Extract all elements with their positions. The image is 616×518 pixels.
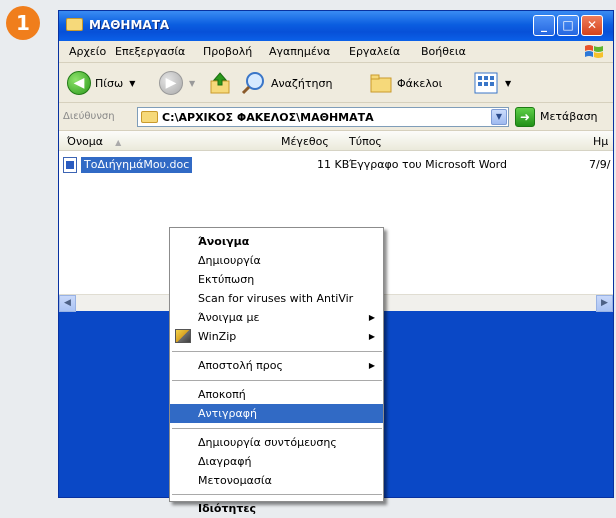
address-bar: Διεύθυνση C:\ΑΡΧΙΚΟΣ ΦΑΚΕΛΟΣ\ΜΑΘΗΜΑΤΑ ▼ … <box>59 103 613 131</box>
file-date: 7/9/ <box>589 158 611 171</box>
file-type: Έγγραφο του Microsoft Word <box>349 158 507 171</box>
sort-arrow-icon: ▲ <box>115 138 122 147</box>
menu-file[interactable]: Αρχείο <box>69 45 106 58</box>
menu-item-copy[interactable]: Αντιγραφή <box>170 404 383 423</box>
chevron-down-icon[interactable]: ▼ <box>189 79 195 88</box>
window-title: ΜΑΘΗΜΑΤΑ <box>89 18 170 32</box>
up-folder-icon <box>210 72 230 94</box>
column-headers: Όνομα ▲ Μέγεθος Τύπος Ημ <box>59 131 613 151</box>
menu-favorites[interactable]: Αγαπημένα <box>269 45 330 58</box>
views-icon <box>474 72 498 94</box>
chevron-down-icon[interactable]: ▼ <box>505 79 511 88</box>
column-header-name[interactable]: Όνομα ▲ <box>67 135 121 148</box>
close-button[interactable]: ✕ <box>581 15 603 36</box>
go-button-label[interactable]: Μετάβαση <box>540 110 598 123</box>
menu-edit[interactable]: Επεξεργασία <box>115 45 185 58</box>
menu-view[interactable]: Προβολή <box>203 45 252 58</box>
menu-separator <box>172 494 382 495</box>
column-header-type[interactable]: Τύπος <box>349 135 382 148</box>
menu-item-cut[interactable]: Αποκοπή <box>170 385 383 404</box>
table-row[interactable]: ΤοΔιήγημάΜου.doc 11 KB Έγγραφο του Micro… <box>63 157 613 173</box>
menu-item-open[interactable]: Άνοιγμα <box>170 232 383 251</box>
menu-separator <box>172 351 382 352</box>
address-field[interactable]: C:\ΑΡΧΙΚΟΣ ΦΑΚΕΛΟΣ\ΜΑΘΗΜΑΤΑ ▼ <box>137 107 509 127</box>
menu-item-send-to[interactable]: Αποστολή προς ▶ <box>170 356 383 375</box>
search-button[interactable]: Αναζήτηση <box>241 70 332 96</box>
back-button[interactable]: ◀ Πίσω ▼ <box>67 70 135 96</box>
file-size: 11 KB <box>317 158 350 171</box>
chevron-down-icon[interactable]: ▼ <box>491 109 507 125</box>
maximize-button[interactable]: □ <box>557 15 579 36</box>
menu-tools[interactable]: Εργαλεία <box>349 45 400 58</box>
menu-item-new[interactable]: Δημιουργία <box>170 251 383 270</box>
forward-button[interactable]: ▶ ▼ <box>159 70 195 96</box>
submenu-arrow-icon: ▶ <box>368 361 375 370</box>
search-label: Αναζήτηση <box>271 76 333 90</box>
folder-icon <box>66 18 83 31</box>
menu-help[interactable]: Βοήθεια <box>421 45 466 58</box>
folders-icon <box>370 74 392 93</box>
menu-separator <box>172 428 382 429</box>
word-document-icon <box>63 157 77 173</box>
menu-item-delete[interactable]: Διαγραφή <box>170 452 383 471</box>
windows-logo-icon <box>585 45 603 58</box>
menu-item-create-shortcut[interactable]: Δημιουργία συντόμευσης <box>170 433 383 452</box>
menu-item-open-with[interactable]: Άνοιγμα με ▶ <box>170 308 383 327</box>
menu-separator <box>172 380 382 381</box>
column-header-date[interactable]: Ημ <box>593 135 608 148</box>
back-arrow-icon: ◀ <box>67 71 91 95</box>
submenu-arrow-icon: ▶ <box>368 313 375 322</box>
folders-button[interactable]: Φάκελοι <box>369 70 442 96</box>
address-label: Διεύθυνση <box>63 111 115 122</box>
search-icon <box>241 72 264 95</box>
step-number-badge: 1 <box>6 6 40 40</box>
folder-icon <box>141 111 158 123</box>
forward-arrow-icon: ▶ <box>159 71 183 95</box>
folders-label: Φάκελοι <box>397 76 443 90</box>
up-folder-button[interactable] <box>209 70 231 96</box>
menu-item-winzip[interactable]: WinZip ▶ <box>170 327 383 346</box>
scroll-right-icon[interactable]: ▶ <box>596 295 613 312</box>
context-menu: Άνοιγμα Δημιουργία Εκτύπωση Scan for vir… <box>169 227 384 515</box>
go-arrow-icon[interactable]: ➜ <box>515 107 535 127</box>
toolbar: ◀ Πίσω ▼ ▶ ▼ Αναζήτηση Φάκελοι ▼ <box>59 63 613 103</box>
menu-item-scan-viruses[interactable]: Scan for viruses with AntiVir <box>170 289 383 308</box>
column-header-size[interactable]: Μέγεθος <box>281 135 329 148</box>
file-name[interactable]: ΤοΔιήγημάΜου.doc <box>81 157 193 173</box>
menu-item-properties[interactable]: Ιδιότητες <box>170 499 383 518</box>
chevron-down-icon[interactable]: ▼ <box>129 79 135 88</box>
title-bar[interactable]: ΜΑΘΗΜΑΤΑ _ □ ✕ <box>59 11 613 41</box>
winzip-icon <box>175 329 191 343</box>
views-button[interactable]: ▼ <box>473 70 511 96</box>
back-label: Πίσω <box>95 76 124 90</box>
menu-item-print[interactable]: Εκτύπωση <box>170 270 383 289</box>
submenu-arrow-icon: ▶ <box>368 332 375 341</box>
minimize-button[interactable]: _ <box>533 15 555 36</box>
scroll-left-icon[interactable]: ◀ <box>59 295 76 312</box>
menu-bar: Αρχείο Επεξεργασία Προβολή Αγαπημένα Εργ… <box>59 41 613 63</box>
address-path: C:\ΑΡΧΙΚΟΣ ΦΑΚΕΛΟΣ\ΜΑΘΗΜΑΤΑ <box>162 111 374 124</box>
menu-item-rename[interactable]: Μετονομασία <box>170 471 383 490</box>
